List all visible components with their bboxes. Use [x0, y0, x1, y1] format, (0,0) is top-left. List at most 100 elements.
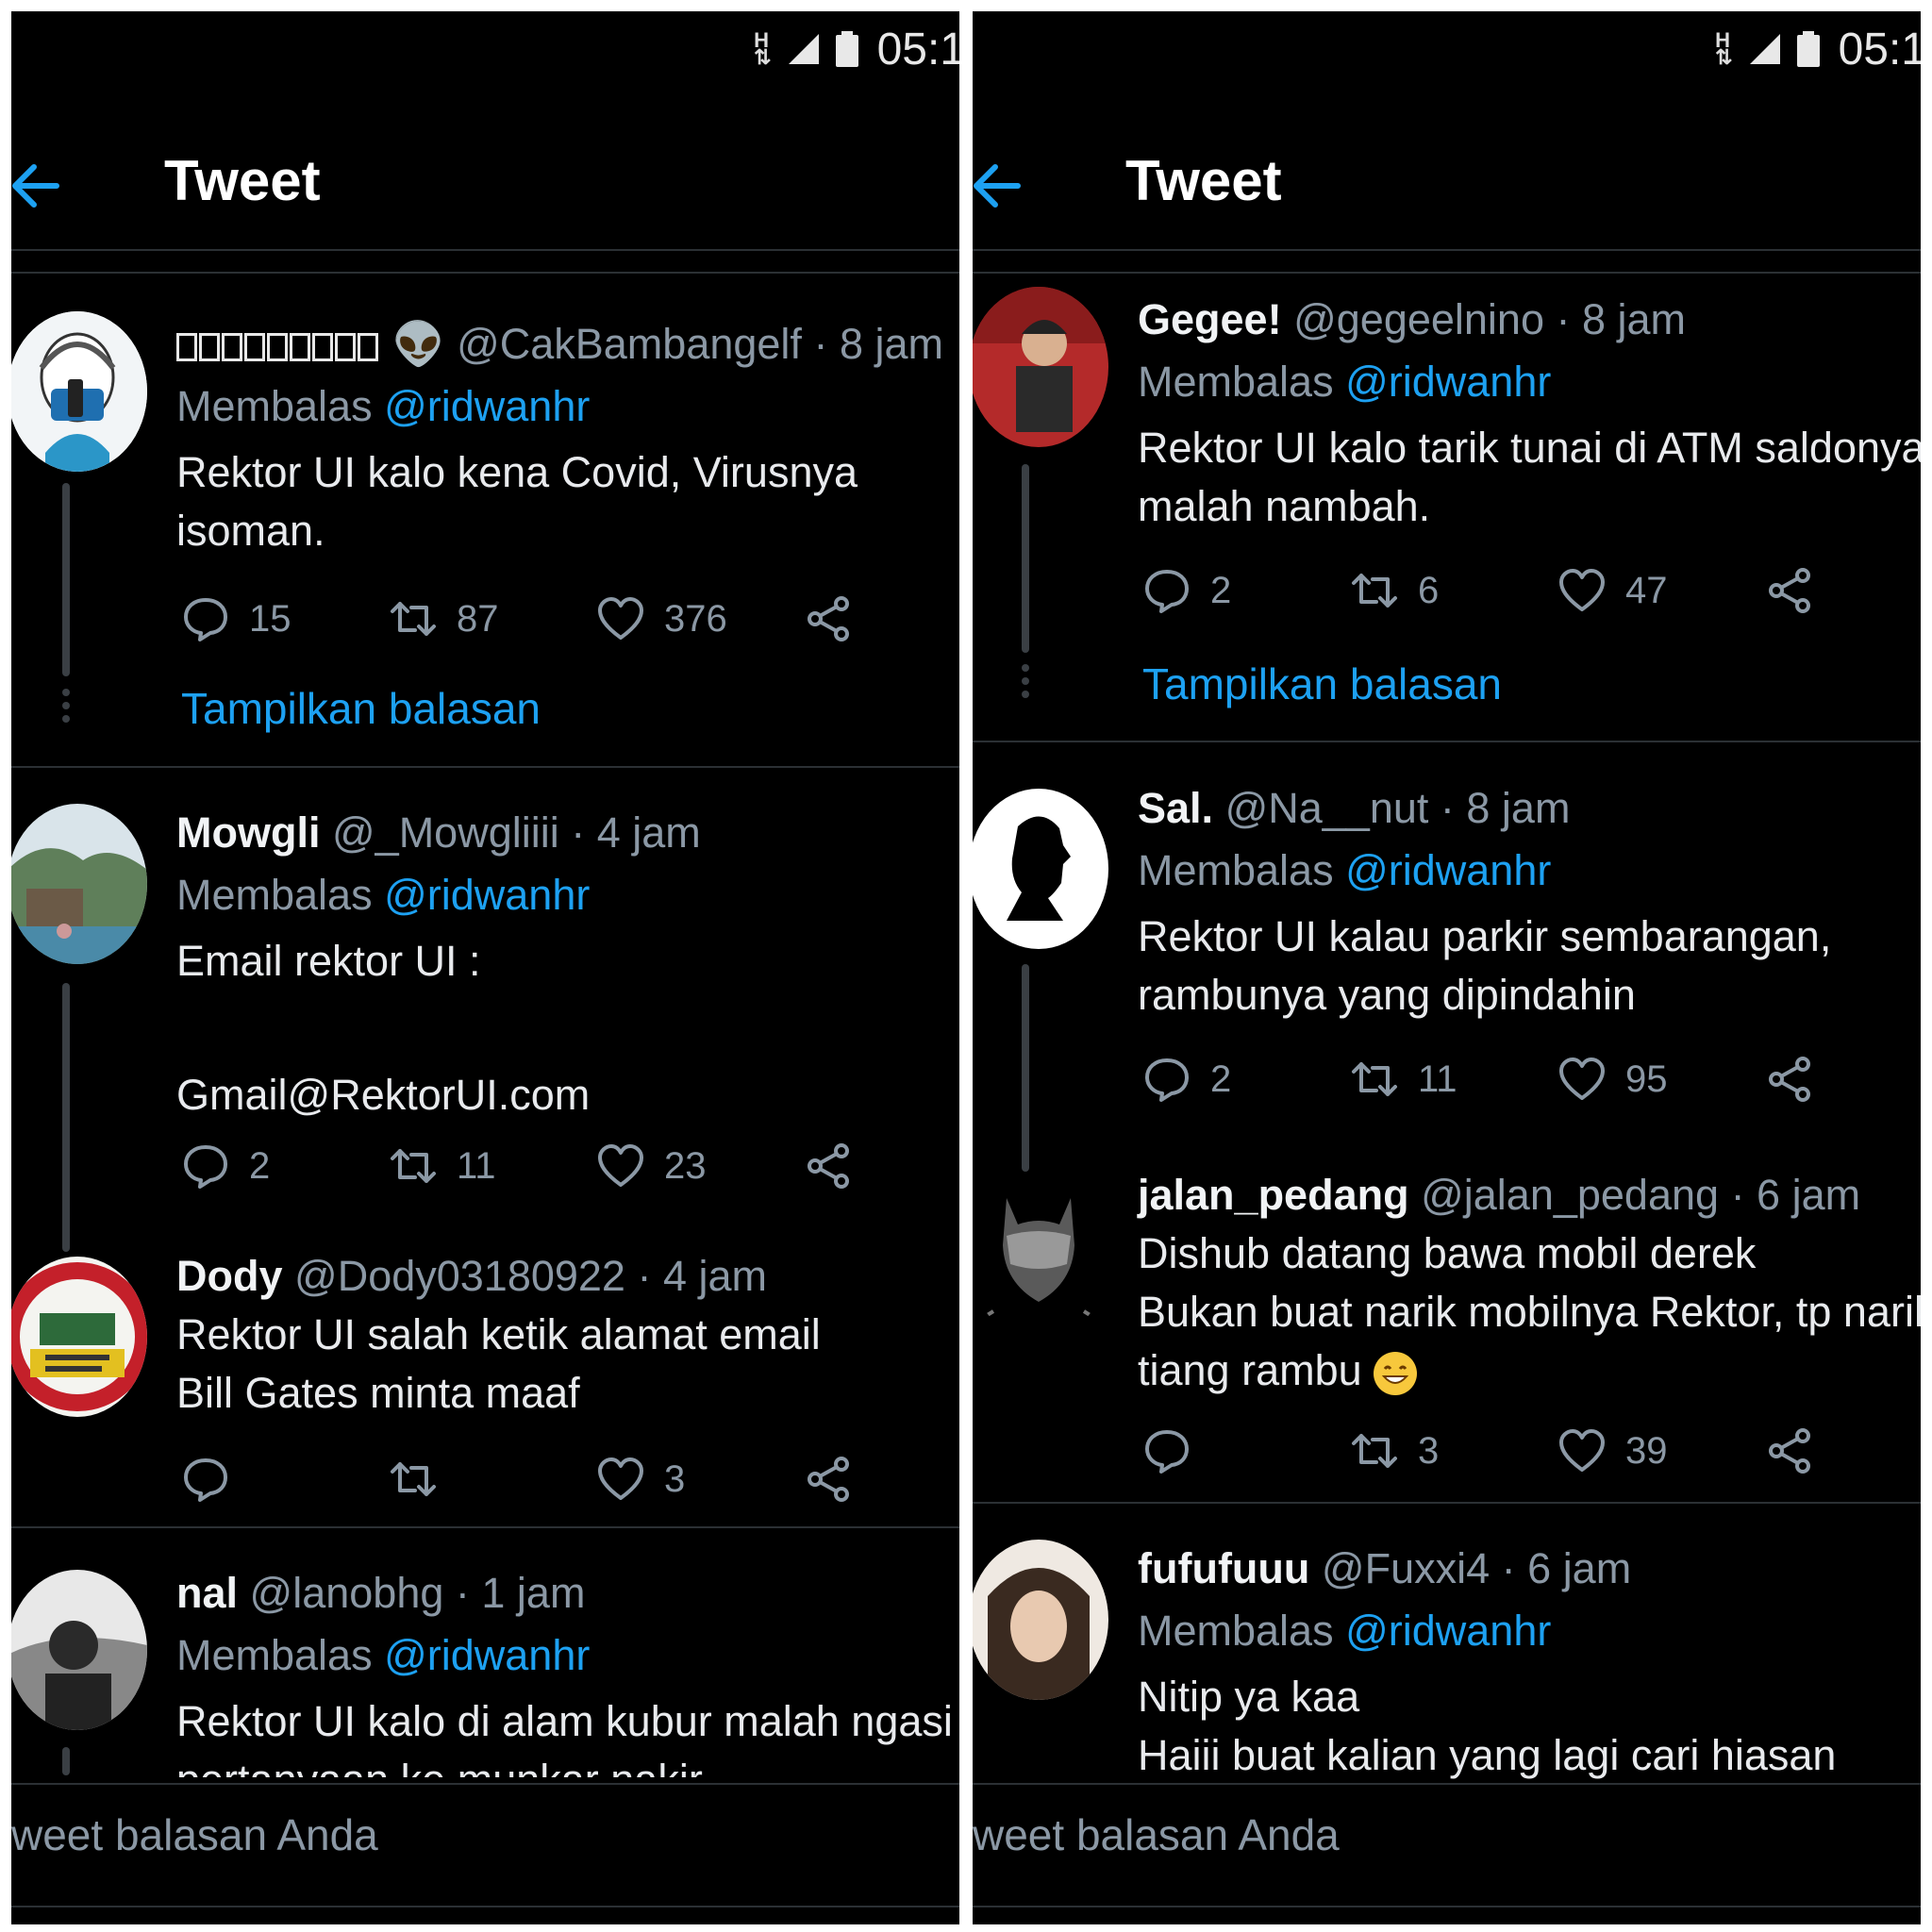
share-icon: [1769, 568, 1810, 613]
divider: [973, 1783, 1921, 1785]
user-name[interactable]: Mowgli: [176, 808, 320, 857]
avatar[interactable]: [11, 1570, 147, 1730]
share-button[interactable]: [1765, 1055, 1814, 1104]
user-handle[interactable]: @Fuxxi4: [1322, 1544, 1490, 1592]
clock: 05:1: [876, 24, 959, 75]
user-handle[interactable]: @Na__nut: [1225, 784, 1429, 832]
tweet-text: Rektor UI kalo kena Covid, Virusnya: [176, 448, 858, 496]
reply-count: 2: [1210, 1058, 1232, 1100]
user-name[interactable]: jalan_pedang: [1138, 1171, 1409, 1219]
reply-to-link[interactable]: @ridwanhr: [1345, 846, 1551, 894]
reply-label: Membalas: [176, 871, 373, 919]
user-handle[interactable]: @_Mowgliiii: [332, 808, 559, 857]
tweet-text: Nitip ya kaa: [1138, 1673, 1360, 1721]
divider: [973, 1502, 1921, 1504]
status-bar: H ⇅ 05:1: [11, 11, 959, 87]
reply-count: 2: [1210, 569, 1232, 611]
avatar[interactable]: [11, 311, 147, 472]
divider: [11, 766, 959, 768]
reply-button[interactable]: [181, 1455, 249, 1504]
avatar[interactable]: [973, 287, 1108, 447]
back-arrow-icon[interactable]: [973, 158, 1025, 214]
avatar[interactable]: [973, 789, 1108, 949]
retweet-button[interactable]: 6: [1350, 566, 1439, 615]
retweet-button[interactable]: 3: [1350, 1426, 1439, 1475]
avatar[interactable]: [973, 1540, 1108, 1700]
reply-button[interactable]: 2: [1142, 1055, 1231, 1104]
user-name[interactable]: Sal.: [1138, 784, 1213, 832]
avatar[interactable]: [11, 804, 147, 964]
back-arrow-icon[interactable]: [11, 158, 64, 214]
tweet-text: Rektor UI kalo tarik tunai di ATM saldon…: [1138, 424, 1921, 472]
share-button[interactable]: [804, 1141, 853, 1191]
user-name[interactable]: fufufuuu: [1138, 1544, 1309, 1592]
header-divider: [973, 272, 1921, 274]
user-handle[interactable]: @gegeelnino: [1293, 295, 1544, 343]
reply-to-link[interactable]: @ridwanhr: [384, 382, 590, 430]
thread-dots: [1022, 664, 1029, 704]
divider: [11, 1906, 959, 1907]
like-button[interactable]: 39: [1557, 1426, 1668, 1475]
avatar[interactable]: [11, 1257, 147, 1417]
reply-count: 15: [249, 597, 291, 640]
retweet-button[interactable]: 11: [1350, 1055, 1457, 1104]
thread-line: [1022, 464, 1029, 653]
reply-button[interactable]: [1142, 1426, 1210, 1475]
reply-to-link[interactable]: @ridwanhr: [1345, 358, 1551, 406]
comment-icon: [184, 1145, 227, 1189]
reply-compose-bar[interactable]: weet balasan Anda: [973, 1783, 1921, 1924]
reply-to-link[interactable]: @ridwanhr: [1345, 1607, 1551, 1655]
user-handle[interactable]: @jalan_pedang: [1421, 1171, 1719, 1219]
share-button[interactable]: [804, 1455, 853, 1504]
user-name[interactable]: Gegee!: [1138, 295, 1282, 343]
app-bar: Tweet: [973, 115, 1921, 238]
like-count: 23: [664, 1144, 707, 1187]
like-button[interactable]: 3: [596, 1455, 685, 1504]
grinning-emoji-icon: [1374, 1352, 1418, 1396]
retweet-button[interactable]: 11: [389, 1141, 496, 1191]
thread-line: [1022, 964, 1029, 1172]
user-name-glyphs[interactable]: [176, 320, 380, 368]
page-title: Tweet: [1125, 149, 1282, 212]
tweet-text: Email rektor UI :: [176, 937, 481, 985]
share-button[interactable]: [1765, 1426, 1814, 1475]
reply-button[interactable]: 2: [1142, 566, 1231, 615]
reply-label: Membalas: [1138, 846, 1334, 894]
user-handle[interactable]: @lanobhg: [250, 1569, 444, 1617]
comment-icon: [184, 598, 227, 641]
share-icon: [1769, 1057, 1810, 1102]
tweet-text: Bill Gates minta maaf: [176, 1369, 580, 1417]
reply-button[interactable]: 15: [181, 594, 291, 643]
like-button[interactable]: 23: [596, 1141, 707, 1191]
comment-icon: [184, 1458, 227, 1502]
avatar[interactable]: [973, 1179, 1108, 1340]
retweet-count: 87: [457, 597, 499, 640]
reply-compose-bar[interactable]: weet balasan Anda: [11, 1783, 959, 1924]
user-name[interactable]: nal: [176, 1569, 238, 1617]
retweet-icon: [391, 1462, 436, 1496]
reply-input-placeholder[interactable]: weet balasan Anda: [973, 1809, 1340, 1860]
reply-to-link[interactable]: @ridwanhr: [384, 871, 590, 919]
show-replies-link[interactable]: Tampilkan balasan: [1142, 658, 1502, 709]
retweet-button[interactable]: 87: [389, 594, 499, 643]
tweet-text: rambunya yang dipindahin: [1138, 971, 1636, 1019]
signal-icon: [788, 34, 819, 64]
like-button[interactable]: 47: [1557, 566, 1668, 615]
tweet-text: pertanyaan ke munkar nakir: [176, 1751, 703, 1777]
user-handle[interactable]: @Dody03180922: [294, 1252, 625, 1300]
like-button[interactable]: 95: [1557, 1055, 1668, 1104]
share-button[interactable]: [804, 594, 853, 643]
show-replies-link[interactable]: Tampilkan balasan: [181, 683, 541, 734]
reply-button[interactable]: 2: [181, 1141, 270, 1191]
user-name[interactable]: Dody: [176, 1252, 283, 1300]
retweet-count: 11: [1418, 1058, 1457, 1100]
reply-input-placeholder[interactable]: weet balasan Anda: [11, 1809, 378, 1860]
reply-to-link[interactable]: @ridwanhr: [384, 1631, 590, 1679]
divider: [11, 1783, 959, 1785]
tweet-text: Rektor UI salah ketik alamat email: [176, 1310, 821, 1358]
user-handle[interactable]: @CakBambangelf: [457, 320, 802, 368]
like-button[interactable]: 376: [596, 594, 727, 643]
share-button[interactable]: [1765, 566, 1814, 615]
retweet-button[interactable]: [389, 1455, 457, 1504]
reply-label: Membalas: [1138, 1607, 1334, 1655]
